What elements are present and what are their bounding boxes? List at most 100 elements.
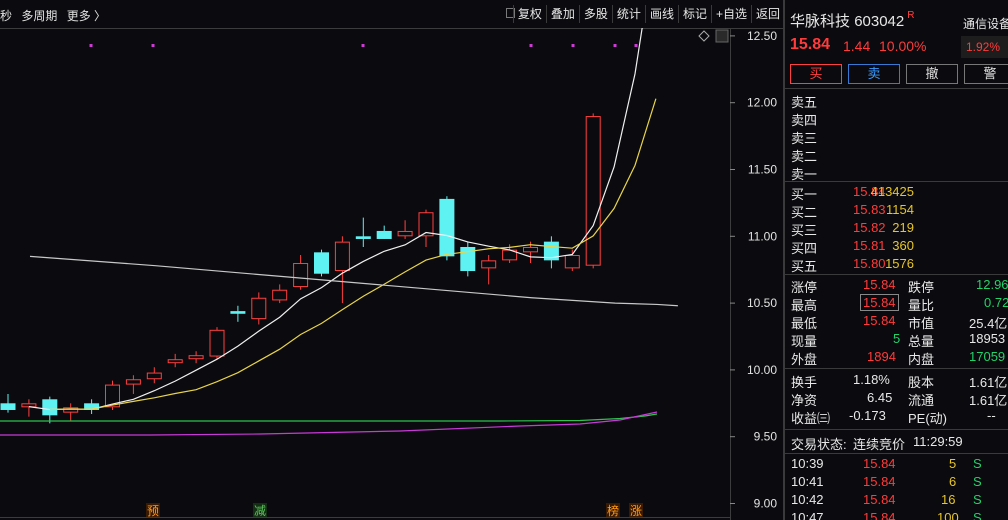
stat-label: 涨停 [791,280,818,295]
event-dot-icon [634,44,638,47]
buy-button[interactable]: 买 [790,64,842,84]
tick-price: 15.84 [863,492,896,507]
buy-level-price: 15.82 [853,220,886,235]
cancel-order-button[interactable]: 撤 [906,64,958,84]
candle-body [397,230,413,237]
stat-label: 市值 [908,316,935,331]
event-marker-label: 涨 [630,503,642,518]
diamond-icon [698,30,710,42]
buy-level-volume: 360 [892,238,914,253]
candle [230,305,246,322]
tick-volume: 100 [937,510,959,520]
buy-level-volume: 219 [892,220,914,235]
divider [785,453,1008,454]
statistics-button[interactable]: 统计 [611,5,645,23]
candle-body [523,246,538,253]
candle-body [0,403,16,410]
candle [418,209,434,247]
y-axis-tick-label: 11.50 [748,163,777,177]
tick-time: 10:39 [791,456,824,471]
status-value: 连续竞价 [853,437,906,452]
candle [84,399,100,414]
candle-body [42,399,58,416]
tick-time: 10:42 [791,492,824,507]
fuquan-button[interactable]: 复权 [512,5,546,23]
candle [251,292,267,325]
candle [146,367,162,384]
candle [439,196,455,261]
kline-chart[interactable]: 15.5015.0014.5014.0013.5013.0012.5012.00… [0,0,783,520]
stat-value: 15.84 [860,294,899,311]
candle-body [334,241,350,272]
stat-label: 净资 [791,393,818,408]
candle [585,113,601,269]
event-marker-label: 减 [254,504,266,518]
stat-label: 内盘 [908,352,935,367]
event-dot-icon [571,44,575,47]
stat-value: 25.4亿 [969,316,1008,331]
candle [272,284,288,304]
candle-body [481,260,497,269]
candle-body [314,252,329,274]
candle [293,255,309,290]
tick-volume: 6 [949,474,957,489]
stat-value: 1894 [867,349,896,364]
stat-label: 股本 [908,375,935,390]
tick-price: 15.84 [863,456,896,471]
sell-level-label: 卖三 [791,131,818,146]
ma-long1-line [29,255,678,307]
multi-stock-button[interactable]: 多股 [578,5,612,23]
candle-body [272,289,288,301]
stat-label: 总量 [908,334,935,349]
candle [481,255,497,285]
alert-button[interactable]: 警 [964,64,1008,84]
scroll-up-icon [715,29,729,43]
industry-label[interactable]: 通信设备 [963,15,1008,32]
mark-button[interactable]: 标记 [677,5,711,23]
draw-line-button[interactable]: 画线 [644,5,678,23]
stat-label: 最低 [791,316,818,331]
candle-body [146,372,162,380]
toolbar-more[interactable]: 更多 〉 [67,9,106,23]
buy-level-label: 买五 [791,259,818,274]
stat-label: 现量 [791,334,818,349]
candle [460,241,476,277]
tick-direction: S [973,492,982,507]
add-watchlist-button[interactable]: +自选 [710,5,751,23]
stat-value: 15.84 [863,313,896,328]
stat-label: 外盘 [791,352,818,367]
back-button[interactable]: 返回 [750,5,784,23]
buy-level-label: 买四 [791,241,818,256]
y-axis-tick-label: 9.50 [754,430,778,444]
buy-level-price: 15.81 [853,238,886,253]
stat-label: 最高 [791,298,818,313]
event-marker-label: 榜 [607,503,619,518]
buy-level-volume: 1154 [886,202,914,217]
y-axis-tick-label: 12.50 [747,29,777,43]
buy-level-label: 买一 [791,187,818,202]
sell-button[interactable]: 卖 [848,64,900,84]
toolbar-multi-period[interactable]: 多周期 [21,9,57,23]
toolbar-seconds[interactable]: 秒 [0,9,12,23]
stat-label: 流通 [908,393,935,408]
event-dot-icon [151,44,155,47]
candle [376,225,392,239]
y-axis-tick-label: 12.00 [747,96,777,110]
stock-title: 华脉科技 603042 R [790,10,914,31]
ma10-line [49,98,657,411]
stat-value: 15.84 [863,277,896,292]
tick-volume: 5 [949,456,957,471]
candle-body [21,403,37,408]
candle-body [293,263,309,288]
status-label: 交易状态: [791,437,847,452]
overlay-button[interactable]: 叠加 [545,5,579,23]
candle [355,217,371,247]
sell-level-label: 卖四 [791,113,818,128]
stat-label: 收益㈢ [791,411,831,426]
stat-value: -- [987,408,996,423]
y-axis-tick-label: 9.00 [754,497,778,511]
candle [543,236,559,269]
stat-value: 1.18% [853,372,890,387]
candle-body [188,355,204,360]
quote-panel: 华脉科技 603042 R 通信设备 15.84 1.44 10.00% 1.92… [785,0,1008,520]
